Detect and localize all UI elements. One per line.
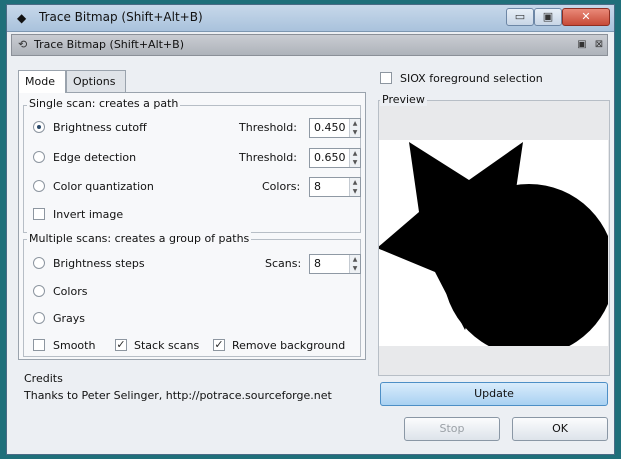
dock-close-button[interactable]: ⊠: [592, 38, 606, 52]
preview-canvas: [379, 140, 608, 346]
spinner-arrows-icon[interactable]: ▲ ▼: [349, 149, 360, 167]
smooth-checkbox[interactable]: [33, 339, 45, 351]
inkscape-app-icon: ◆: [17, 11, 27, 25]
color-quantization-radio[interactable]: [33, 180, 45, 192]
scan-options-row: Smooth ✓ Stack scans ✓ Remove background: [33, 337, 363, 355]
colors-row: Colors: [33, 283, 233, 301]
dock-float-button[interactable]: ▣: [575, 38, 589, 52]
edge-threshold-label: Threshold:: [239, 151, 297, 164]
tab-options[interactable]: Options: [66, 70, 126, 92]
edge-detection-label[interactable]: Edge detection: [53, 151, 136, 164]
siox-checkbox[interactable]: [380, 72, 392, 84]
stack-scans-checkbox[interactable]: ✓: [115, 339, 127, 351]
colors-label[interactable]: Colors: [53, 285, 87, 298]
maximize-button[interactable]: ▣: [534, 8, 562, 26]
brightness-threshold-spinner[interactable]: 0.450 ▲ ▼: [309, 118, 361, 138]
edge-detection-radio[interactable]: [33, 151, 45, 163]
mode-panel: Single scan: creates a path Brightness c…: [18, 92, 366, 360]
multiple-scans-title: Multiple scans: creates a group of paths: [27, 232, 252, 245]
grays-row: Grays: [33, 310, 233, 328]
credits-title: Credits: [24, 372, 63, 385]
scans-count-spinner[interactable]: 8 ▲ ▼: [309, 254, 361, 274]
color-quantization-label[interactable]: Color quantization: [53, 180, 154, 193]
grays-label[interactable]: Grays: [53, 312, 85, 325]
stop-button[interactable]: Stop: [404, 417, 500, 441]
edge-threshold-spinner[interactable]: 0.650 ▲ ▼: [309, 148, 361, 168]
window-titlebar[interactable]: ◆ Trace Bitmap (Shift+Alt+B) ▭ ▣ ✕: [7, 5, 614, 32]
stack-scans-label[interactable]: Stack scans: [134, 339, 199, 352]
colors-count-label: Colors:: [262, 180, 301, 193]
scans-count-value: 8: [314, 257, 321, 270]
remove-background-checkbox[interactable]: ✓: [213, 339, 225, 351]
spinner-arrows-icon[interactable]: ▲ ▼: [349, 119, 360, 137]
color-quantization-row: Color quantization Colors: 8 ▲ ▼: [33, 177, 361, 197]
smooth-label[interactable]: Smooth: [53, 339, 95, 352]
siox-label[interactable]: SIOX foreground selection: [400, 72, 543, 85]
tab-mode[interactable]: Mode: [18, 70, 66, 93]
single-scan-title: Single scan: creates a path: [27, 97, 181, 110]
invert-image-row: Invert image: [33, 206, 233, 224]
dock-title-bar[interactable]: ⟲ Trace Bitmap (Shift+Alt+B) ▣ ⊠: [11, 34, 608, 56]
remove-background-label[interactable]: Remove background: [232, 339, 345, 352]
brightness-steps-radio[interactable]: [33, 257, 45, 269]
colors-count-value: 8: [314, 180, 321, 193]
preview-image: [379, 142, 608, 346]
spinner-arrows-icon[interactable]: ▲ ▼: [349, 178, 360, 196]
edge-threshold-value: 0.650: [314, 151, 346, 164]
spinner-arrows-icon[interactable]: ▲ ▼: [349, 255, 360, 273]
brightness-cutoff-label[interactable]: Brightness cutoff: [53, 121, 147, 134]
update-button[interactable]: Update: [380, 382, 608, 406]
close-button[interactable]: ✕: [562, 8, 610, 26]
dock-title: Trace Bitmap (Shift+Alt+B): [34, 38, 184, 51]
edge-detection-row: Edge detection Threshold: 0.650 ▲ ▼: [33, 148, 361, 168]
scans-count-label: Scans:: [265, 257, 302, 270]
brightness-threshold-label: Threshold:: [239, 121, 297, 134]
ok-button[interactable]: OK: [512, 417, 608, 441]
brightness-cutoff-row: Brightness cutoff Threshold: 0.450 ▲ ▼: [33, 118, 361, 138]
invert-image-checkbox[interactable]: [33, 208, 45, 220]
grays-radio[interactable]: [33, 312, 45, 324]
brightness-steps-row: Brightness steps Scans: 8 ▲ ▼: [33, 254, 361, 274]
brightness-steps-label[interactable]: Brightness steps: [53, 257, 145, 270]
minimize-button[interactable]: ▭: [506, 8, 534, 26]
preview-label: Preview: [380, 93, 427, 106]
credits-text: Thanks to Peter Selinger, http://potrace…: [24, 389, 332, 402]
colors-radio[interactable]: [33, 285, 45, 297]
brightness-cutoff-radio[interactable]: [33, 121, 45, 133]
invert-image-label[interactable]: Invert image: [53, 208, 123, 221]
dock-grip-icon: ⟲: [18, 38, 28, 51]
brightness-threshold-value: 0.450: [314, 121, 346, 134]
window-title: Trace Bitmap (Shift+Alt+B): [39, 10, 203, 24]
colors-count-spinner[interactable]: 8 ▲ ▼: [309, 177, 361, 197]
